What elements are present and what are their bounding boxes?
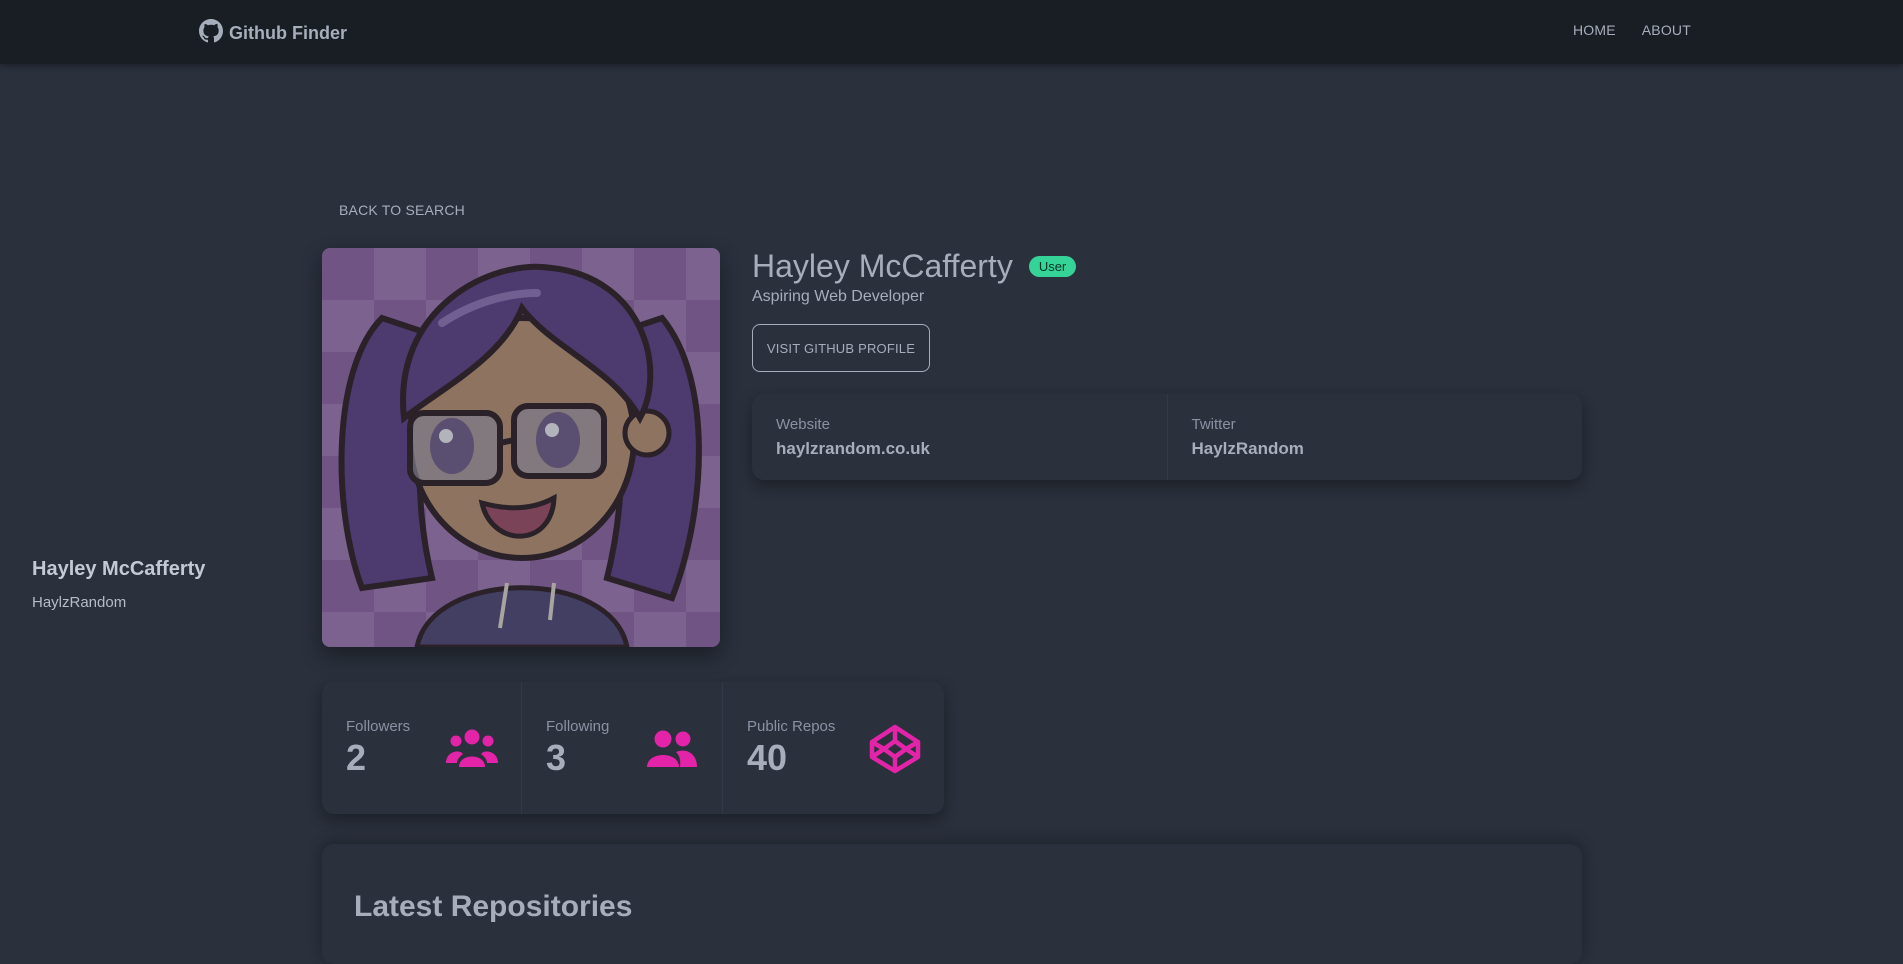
page-title: Hayley McCafferty User <box>752 248 1077 285</box>
latest-repos-card: Latest Repositories <box>322 844 1582 964</box>
followers-stat: Followers 2 <box>322 682 521 814</box>
avatar-card <box>322 248 720 647</box>
nav-home-link[interactable]: HOME <box>1573 22 1616 38</box>
twitter-link[interactable]: HaylzRandom <box>1192 439 1559 459</box>
following-stat: Following 3 <box>521 682 722 814</box>
github-icon <box>199 18 223 48</box>
twitter-label: Twitter <box>1191 416 1236 433</box>
codepen-icon <box>869 724 921 774</box>
repos-stat: Public Repos 40 <box>722 682 944 814</box>
profile-links-card: Website haylzrandom.co.uk Twitter HaylzR… <box>752 394 1582 480</box>
brand-link[interactable]: Github Finder <box>199 18 347 48</box>
website-stat: Website haylzrandom.co.uk <box>752 394 1167 480</box>
visit-github-profile-button[interactable]: VISIT GITHUB PROFILE <box>752 324 930 372</box>
back-to-search-button[interactable]: BACK TO SEARCH <box>323 195 481 225</box>
avatar-overlay <box>322 248 720 647</box>
profile-name: Hayley McCafferty <box>752 248 1013 284</box>
users-icon <box>446 729 498 767</box>
twitter-stat: Twitter HaylzRandom <box>1166 394 1583 480</box>
user-friends-icon <box>647 730 697 767</box>
nav-about-link[interactable]: ABOUT <box>1642 22 1691 38</box>
stats-card: Followers 2 Following 3 Public Repos 40 <box>322 682 944 814</box>
brand-title: Github Finder <box>229 22 347 43</box>
nav-links: HOME ABOUT <box>1573 22 1691 38</box>
latest-repos-title: Latest Repositories <box>354 890 633 923</box>
navbar: Github Finder HOME ABOUT <box>0 0 1903 64</box>
website-label: Website <box>776 416 830 433</box>
avatar-login: HaylzRandom <box>32 594 127 611</box>
user-type-badge: User <box>1028 256 1077 277</box>
avatar-name: Hayley McCafferty <box>32 558 206 580</box>
website-link[interactable]: haylzrandom.co.uk <box>776 439 1143 459</box>
profile-bio: Aspiring Web Developer <box>752 288 925 305</box>
